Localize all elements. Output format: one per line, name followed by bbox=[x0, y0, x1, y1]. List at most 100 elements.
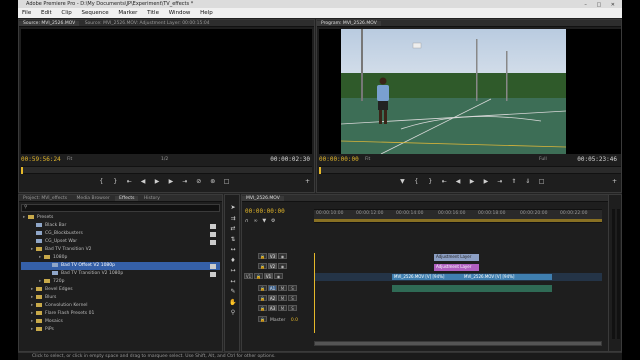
menu-title[interactable]: Title bbox=[147, 10, 159, 16]
track-label[interactable]: V2 bbox=[268, 263, 277, 269]
program-scrub-bar[interactable] bbox=[319, 166, 621, 174]
work-area-bar[interactable] bbox=[314, 219, 602, 222]
track-label[interactable]: A1 bbox=[268, 285, 277, 291]
solo-icon[interactable]: S bbox=[288, 295, 297, 301]
track-label[interactable]: A3 bbox=[268, 305, 277, 311]
mute-icon[interactable]: M bbox=[278, 305, 287, 311]
master-volume[interactable]: 0.0 bbox=[291, 318, 298, 323]
effects-folder[interactable]: ▸ Flare Flash Presets 01 bbox=[21, 310, 220, 318]
effects-folder[interactable]: ▸ 720p bbox=[21, 278, 220, 286]
prog-play-icon[interactable]: ▶ bbox=[466, 178, 478, 185]
scrollbar-thumb[interactable] bbox=[315, 342, 601, 345]
track-select-tool-icon[interactable]: ⇉ bbox=[228, 214, 238, 225]
effects-folder[interactable]: ▸ PiPs bbox=[21, 326, 220, 334]
menu-window[interactable]: Window bbox=[169, 10, 191, 16]
menu-help[interactable]: Help bbox=[200, 10, 213, 16]
effects-folder[interactable]: ▸ Blurs bbox=[21, 294, 220, 302]
extract-icon[interactable]: ⇓ bbox=[522, 178, 534, 185]
razor-tool-icon[interactable]: ♦ bbox=[228, 256, 238, 267]
rolling-edit-tool-icon[interactable]: ⇅ bbox=[228, 235, 238, 246]
source-add-button-icon[interactable]: + bbox=[305, 178, 310, 185]
effects-folder[interactable]: ▸ Convolution Kernel bbox=[21, 302, 220, 310]
lock-icon[interactable]: 🔒 bbox=[258, 316, 267, 322]
eye-icon[interactable]: ◉ bbox=[278, 253, 287, 259]
source-viewer[interactable] bbox=[21, 29, 312, 154]
lock-icon[interactable]: 🔒 bbox=[258, 263, 267, 269]
eye-icon[interactable]: ◉ bbox=[274, 273, 283, 279]
lock-icon[interactable]: 🔒 bbox=[258, 285, 267, 291]
lock-icon[interactable]: 🔒 bbox=[258, 295, 267, 301]
source-playhead[interactable] bbox=[21, 167, 23, 174]
effects-folder[interactable]: ▸ Presets bbox=[21, 214, 220, 222]
overwrite-icon[interactable]: ⊛ bbox=[207, 178, 219, 185]
adjustment-layer-clip[interactable]: Adjustment Layer bbox=[434, 254, 479, 261]
program-timecode[interactable]: 00:00:00:00 bbox=[319, 156, 359, 163]
video-clip-v1-b[interactable]: MVI_2526.MOV [V] [94%] bbox=[462, 274, 552, 280]
menu-clip[interactable]: Clip bbox=[61, 10, 71, 16]
add-marker-tl-icon[interactable]: ▼ bbox=[262, 218, 266, 224]
snap-icon[interactable]: ∩ bbox=[245, 218, 249, 224]
step-forward-icon[interactable]: ▶ bbox=[165, 178, 177, 185]
linked-selection-icon[interactable]: ∞ bbox=[253, 218, 257, 224]
solo-icon[interactable]: S bbox=[288, 285, 297, 291]
prog-step-forward-icon[interactable]: ▶ bbox=[480, 178, 492, 185]
tab-source-adjust[interactable]: Source: MVI_2526.MOV: Adjustment Layer: … bbox=[81, 21, 214, 26]
timeline-ruler[interactable]: 00:00:10:00 00:00:12:00 00:00:14:00 00:0… bbox=[314, 209, 602, 223]
effects-preset-item[interactable]: CG_Blockbusters bbox=[21, 230, 220, 238]
solo-icon[interactable]: S bbox=[288, 305, 297, 311]
prog-go-to-in-icon[interactable]: ⇤ bbox=[438, 178, 450, 185]
tab-sequence[interactable]: MVI_2526.MOV bbox=[242, 196, 284, 201]
slide-tool-icon[interactable]: ↤ bbox=[228, 277, 238, 288]
effects-preset-item[interactable]: Black Bar bbox=[21, 222, 220, 230]
menu-edit[interactable]: Edit bbox=[41, 10, 52, 16]
timeline-timecode[interactable]: 00:00:00:00 bbox=[245, 208, 285, 215]
effects-preset-item[interactable]: Bad TV Transition V2 1080p bbox=[21, 270, 220, 278]
prog-mark-out-icon[interactable]: } bbox=[424, 178, 436, 185]
effects-folder[interactable]: ▸ Mosaics bbox=[21, 318, 220, 326]
step-back-icon[interactable]: ◀ bbox=[137, 178, 149, 185]
tab-media-browser[interactable]: Media Browser bbox=[73, 196, 114, 201]
track-lanes[interactable]: Adjustment Layer Adjustment Layer MVI_25… bbox=[314, 253, 602, 333]
lock-icon[interactable]: 🔒 bbox=[258, 305, 267, 311]
timeline-scrollbar[interactable] bbox=[314, 341, 602, 346]
tab-effects[interactable]: Effects bbox=[115, 196, 139, 201]
lock-icon[interactable]: 🔒 bbox=[258, 253, 267, 259]
selection-tool-icon[interactable]: ➤ bbox=[228, 203, 238, 214]
timeline-settings-icon[interactable]: ⚙ bbox=[271, 218, 275, 224]
program-resolution-select[interactable]: Full bbox=[539, 157, 547, 162]
program-viewer[interactable] bbox=[319, 29, 621, 154]
insert-icon[interactable]: ⊘ bbox=[193, 178, 205, 185]
program-fit-select[interactable]: Fit bbox=[365, 157, 370, 162]
source-patch-v1[interactable]: V1 bbox=[244, 273, 253, 279]
effects-preset-item[interactable]: Bad TV Offset V2 1080p bbox=[21, 262, 220, 270]
mute-icon[interactable]: M bbox=[278, 285, 287, 291]
menu-marker[interactable]: Marker bbox=[118, 10, 137, 16]
tab-project[interactable]: Project: MVI_effects bbox=[19, 196, 71, 201]
prog-export-frame-icon[interactable]: □ bbox=[536, 178, 548, 185]
prog-step-back-icon[interactable]: ◀ bbox=[452, 178, 464, 185]
mark-in-icon[interactable]: { bbox=[95, 178, 107, 185]
source-timecode-in[interactable]: 00:59:56:24 bbox=[21, 156, 61, 163]
menu-file[interactable]: File bbox=[22, 10, 31, 16]
lift-icon[interactable]: ⇑ bbox=[508, 178, 520, 185]
prog-mark-in-icon[interactable]: { bbox=[410, 178, 422, 185]
track-label[interactable]: A2 bbox=[268, 295, 277, 301]
rate-stretch-tool-icon[interactable]: ↔ bbox=[228, 245, 238, 256]
source-resolution-select[interactable]: 1/2 bbox=[161, 157, 168, 162]
timeline-playhead[interactable] bbox=[314, 253, 315, 333]
tab-program[interactable]: Program: MVI_2526.MOV bbox=[317, 21, 381, 26]
lock-icon[interactable]: 🔒 bbox=[254, 273, 263, 279]
menu-sequence[interactable]: Sequence bbox=[82, 10, 109, 16]
mute-icon[interactable]: M bbox=[278, 295, 287, 301]
adjustment-layer-clip-v2[interactable]: Adjustment Layer bbox=[434, 264, 479, 271]
prog-go-to-out-icon[interactable]: ⇥ bbox=[494, 178, 506, 185]
mark-out-icon[interactable]: } bbox=[109, 178, 121, 185]
ripple-edit-tool-icon[interactable]: ⇄ bbox=[228, 224, 238, 235]
zoom-tool-icon[interactable]: ⚲ bbox=[228, 308, 238, 319]
export-frame-icon[interactable]: □ bbox=[221, 178, 233, 185]
hand-tool-icon[interactable]: ✋ bbox=[228, 298, 238, 309]
go-to-out-icon[interactable]: ⇥ bbox=[179, 178, 191, 185]
source-fit-select[interactable]: Fit bbox=[67, 157, 72, 162]
effects-folder[interactable]: ▸ Bad TV Transition V2 bbox=[21, 246, 220, 254]
track-label[interactable]: V1 bbox=[264, 273, 273, 279]
